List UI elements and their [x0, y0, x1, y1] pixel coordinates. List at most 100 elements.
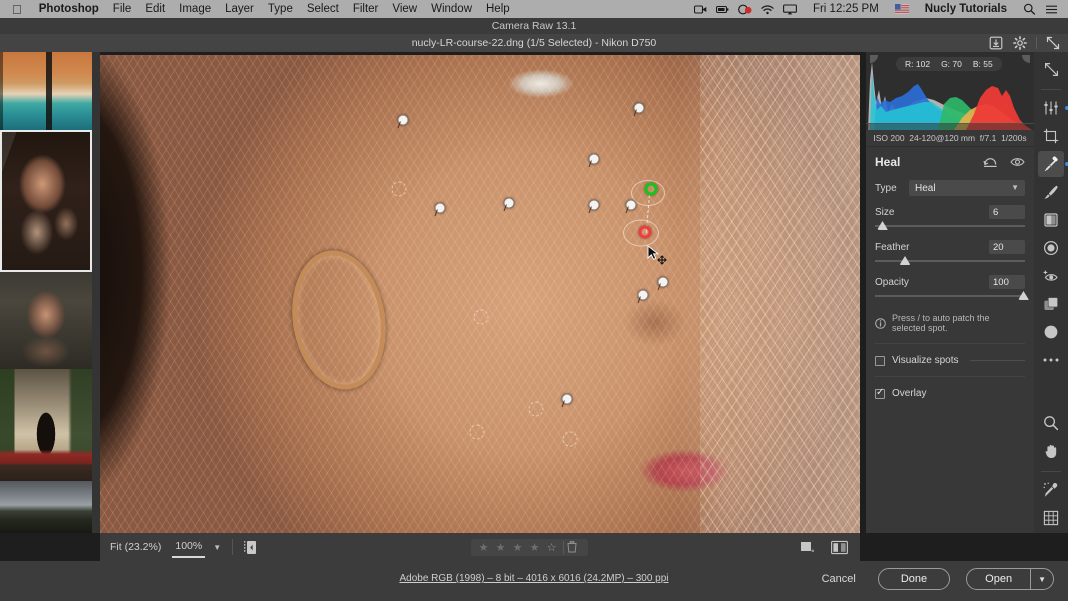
presets-icon[interactable]: [1038, 319, 1064, 345]
heal-spot-pin[interactable]: [633, 102, 645, 114]
done-button[interactable]: Done: [877, 568, 951, 590]
feather-value-input[interactable]: 20: [989, 240, 1025, 254]
menu-edit[interactable]: Edit: [138, 3, 172, 15]
highlight-clipping-icon[interactable]: [1022, 55, 1030, 63]
red-eye-icon[interactable]: [1038, 263, 1064, 289]
thumb-landscape[interactable]: [0, 481, 92, 533]
menu-view[interactable]: View: [385, 3, 424, 15]
star-4[interactable]: ★: [526, 541, 543, 554]
eye-icon[interactable]: [1010, 156, 1025, 168]
menu-select[interactable]: Select: [300, 3, 346, 15]
size-value-input[interactable]: 6: [989, 205, 1025, 219]
zoom-tool-icon[interactable]: [1038, 410, 1064, 436]
open-button-group[interactable]: Open ▼: [966, 568, 1054, 590]
menu-help[interactable]: Help: [479, 3, 517, 15]
control-center-icon[interactable]: [1045, 4, 1058, 15]
heal-spot-pin[interactable]: [588, 153, 600, 165]
menu-type[interactable]: Type: [261, 3, 300, 15]
thumb-portrait-rain[interactable]: [0, 272, 92, 369]
histogram[interactable]: R: 102 G: 70 B: 55: [866, 52, 1034, 130]
radial-mask-icon[interactable]: [1038, 235, 1064, 261]
filmstrip-scrollbar[interactable]: [92, 52, 100, 533]
heal-type-select[interactable]: Heal ▼: [909, 180, 1025, 196]
heal-spot-pin[interactable]: [561, 393, 573, 405]
shadow-clipping-icon[interactable]: [870, 55, 878, 63]
star-2[interactable]: ★: [492, 541, 509, 554]
overlay-row[interactable]: Overlay: [866, 387, 1034, 399]
trash-icon[interactable]: [567, 541, 584, 553]
menu-bar-clock[interactable]: Fri 12:25 PM: [806, 3, 886, 15]
thumb-building[interactable]: [0, 369, 92, 481]
size-slider-track[interactable]: [875, 221, 1025, 231]
open-button[interactable]: Open: [967, 569, 1030, 589]
chevron-down-icon[interactable]: ▼: [1031, 571, 1053, 588]
menu-filter[interactable]: Filter: [346, 3, 386, 15]
compare-view-icon[interactable]: [831, 540, 848, 555]
star-5[interactable]: ☆: [543, 541, 560, 554]
heal-spot-pin[interactable]: [503, 197, 515, 209]
opacity-value-input[interactable]: 100: [989, 275, 1025, 289]
fullscreen-icon[interactable]: [1042, 34, 1064, 52]
hand-tool-icon[interactable]: [1038, 438, 1064, 464]
reset-icon[interactable]: [983, 156, 998, 168]
filmstrip-icon[interactable]: [244, 540, 259, 555]
heal-spot-pin[interactable]: [434, 202, 446, 214]
cancel-button[interactable]: Cancel: [816, 569, 862, 589]
thumb-portrait-veil[interactable]: [0, 130, 92, 272]
overlay-checkbox[interactable]: [875, 387, 885, 399]
image-canvas[interactable]: [100, 55, 860, 533]
wifi-icon[interactable]: [761, 4, 774, 15]
save-icon[interactable]: [985, 34, 1007, 52]
snapshots-icon[interactable]: [1038, 291, 1064, 317]
feather-slider-track[interactable]: [875, 256, 1025, 266]
heal-spot-pin[interactable]: [397, 114, 409, 126]
ghost-spot[interactable]: [469, 424, 485, 440]
star-1[interactable]: ★: [475, 541, 492, 554]
menu-photoshop[interactable]: Photoshop: [32, 3, 106, 15]
thumb-aerial-beach[interactable]: [0, 52, 92, 130]
heal-spot-pin[interactable]: [625, 199, 637, 211]
ghost-spot[interactable]: [528, 401, 544, 417]
ghost-spot[interactable]: [473, 309, 489, 325]
fullscreen-toggle-icon[interactable]: [1038, 56, 1064, 82]
more-options-icon[interactable]: [1038, 347, 1064, 373]
menu-layer[interactable]: Layer: [218, 3, 261, 15]
heal-target-handle[interactable]: [638, 225, 652, 239]
star-3[interactable]: ★: [509, 541, 526, 554]
menu-file[interactable]: File: [106, 3, 139, 15]
chevron-down-icon[interactable]: ▼: [213, 543, 221, 552]
edit-sliders-icon[interactable]: [1038, 95, 1068, 121]
zoom-level-label[interactable]: 100%: [172, 540, 206, 558]
search-icon[interactable]: [1023, 3, 1036, 15]
ghost-spot[interactable]: [562, 431, 578, 447]
screen-record-icon[interactable]: [693, 4, 707, 15]
fit-zoom-label[interactable]: Fit (23.2%): [100, 541, 161, 553]
apple-logo-icon[interactable]: : [12, 3, 22, 16]
heal-spot-pin[interactable]: [637, 289, 649, 301]
ghost-spot[interactable]: [391, 181, 407, 197]
flag-icon[interactable]: [894, 4, 909, 14]
opacity-slider-track[interactable]: [875, 291, 1029, 301]
visualize-spots-row[interactable]: Visualize spots: [866, 355, 1034, 366]
menu-bar-user[interactable]: Nucly Tutorials: [918, 3, 1014, 15]
heal-spot-pin[interactable]: [657, 276, 669, 288]
menu-window[interactable]: Window: [424, 3, 479, 15]
settings-gear-icon[interactable]: [1009, 34, 1031, 52]
sound-icon[interactable]: [738, 4, 752, 15]
heal-spot-pin[interactable]: [588, 199, 600, 211]
visualize-spots-checkbox[interactable]: [875, 355, 885, 366]
filmstrip[interactable]: [0, 52, 92, 533]
airplay-icon[interactable]: [783, 3, 797, 15]
eyedropper-tool-icon[interactable]: [1038, 477, 1064, 503]
menu-image[interactable]: Image: [172, 3, 218, 15]
gradient-mask-icon[interactable]: [1038, 207, 1064, 233]
rating-stars[interactable]: ★ ★ ★ ★ ☆: [471, 538, 589, 556]
masking-brush-icon[interactable]: [1038, 179, 1064, 205]
heal-icon[interactable]: [1038, 151, 1068, 177]
heal-source-handle[interactable]: [644, 182, 658, 196]
grid-overlay-icon[interactable]: [1038, 505, 1064, 531]
single-view-icon[interactable]: [800, 540, 815, 555]
visualize-spots-slider[interactable]: [969, 360, 1025, 361]
crop-icon[interactable]: [1038, 123, 1064, 149]
battery-icon[interactable]: [715, 4, 729, 15]
